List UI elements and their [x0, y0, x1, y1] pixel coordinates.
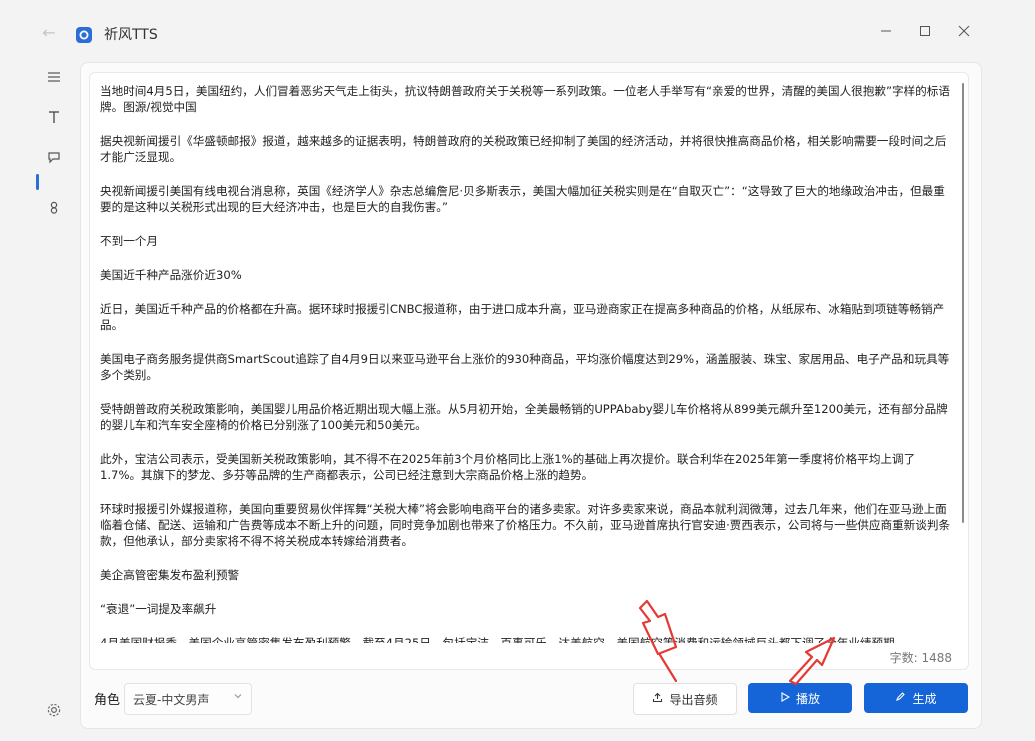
paragraph: 当地时间4月5日，美国纽约，人们冒着恶劣天气走上街头，抗议特朗普政府关于关税等一… [100, 84, 950, 114]
paragraph: 4月美国财报季，美国企业高管密集发布盈利预警。截至4月25日，包括宝洁、百事可乐… [100, 636, 907, 643]
play-icon [780, 691, 791, 705]
paragraph: “衰退”一词提及率飙升 [100, 602, 217, 616]
paragraph: 美企高管密集发布盈利预警 [100, 568, 240, 582]
paragraph: 环球时报援引外媒报道称，美国向重要贸易伙伴挥舞“关税大棒”将会影响电商平台的诸多… [100, 502, 951, 548]
upload-icon [652, 692, 663, 706]
paragraph: 受特朗普政府关税政策影响，美国婴儿用品价格近期出现大幅上涨。从5月初开始，全美最… [100, 402, 948, 432]
user-icon[interactable] [38, 192, 70, 224]
paragraph: 央视新闻援引美国有线电视台消息称，英国《经济学人》杂志总编詹尼·贝多斯表示，美国… [100, 184, 945, 214]
voice-selected-value: 云夏-中文男声 [133, 693, 210, 707]
pen-icon [895, 691, 906, 705]
title-bar: ← 祈风TTS [0, 0, 1035, 62]
export-audio-button[interactable]: 导出音频 [633, 683, 737, 715]
play-button[interactable]: 播放 [748, 683, 852, 713]
control-bar: 角色 云夏-中文男声 导出音频 播放 生成 [89, 681, 969, 717]
hamburger-menu-icon[interactable] [38, 62, 70, 94]
active-indicator [36, 174, 39, 190]
generate-button[interactable]: 生成 [864, 683, 968, 713]
minimize-button[interactable] [866, 18, 906, 44]
gear-icon[interactable] [46, 702, 64, 720]
voice-select[interactable]: 云夏-中文男声 [124, 683, 252, 715]
paragraph: 此外，宝洁公司表示，受美国新关税政策影响，其不得不在2025年前3个月价格同比上… [100, 452, 916, 482]
paragraph: 美国电子商务服务提供商SmartScout追踪了自4月9日以来亚马逊平台上涨价的… [100, 352, 950, 382]
sidebar [0, 62, 80, 741]
app-logo-icon [76, 27, 92, 43]
paragraph: 近日，美国近千种产品的价格都在升高。据环球时报援引CNBC报道称，由于进口成本升… [100, 302, 945, 332]
chat-bubble-icon[interactable] [38, 142, 70, 174]
paragraph: 据央视新闻援引《华盛顿邮报》报道，越来越多的证据表明，特朗普政府的关税政策已经抑… [100, 134, 947, 164]
text-icon[interactable] [38, 102, 70, 134]
play-label: 播放 [795, 691, 820, 706]
char-count: 字数: 1488 [889, 651, 952, 665]
close-button[interactable] [944, 18, 984, 44]
paragraph: 不到一个月 [100, 234, 158, 248]
scrollbar[interactable] [962, 83, 964, 523]
paragraph: 美国近千种产品涨价近30% [100, 268, 242, 282]
maximize-button[interactable] [905, 18, 945, 44]
chevron-down-icon [233, 690, 243, 704]
export-audio-label: 导出音频 [669, 692, 718, 707]
window-title: 祈风TTS [104, 27, 158, 43]
generate-label: 生成 [912, 691, 937, 706]
back-arrow-icon[interactable]: ← [40, 24, 58, 42]
text-editor[interactable]: 当地时间4月5日，美国纽约，人们冒着恶劣天气走上街头，抗议特朗普政府关于关税等一… [89, 72, 969, 670]
voice-label: 角色 [94, 693, 121, 708]
editor-content[interactable]: 当地时间4月5日，美国纽约，人们冒着恶劣天气走上街头，抗议特朗普政府关于关税等一… [100, 83, 952, 643]
